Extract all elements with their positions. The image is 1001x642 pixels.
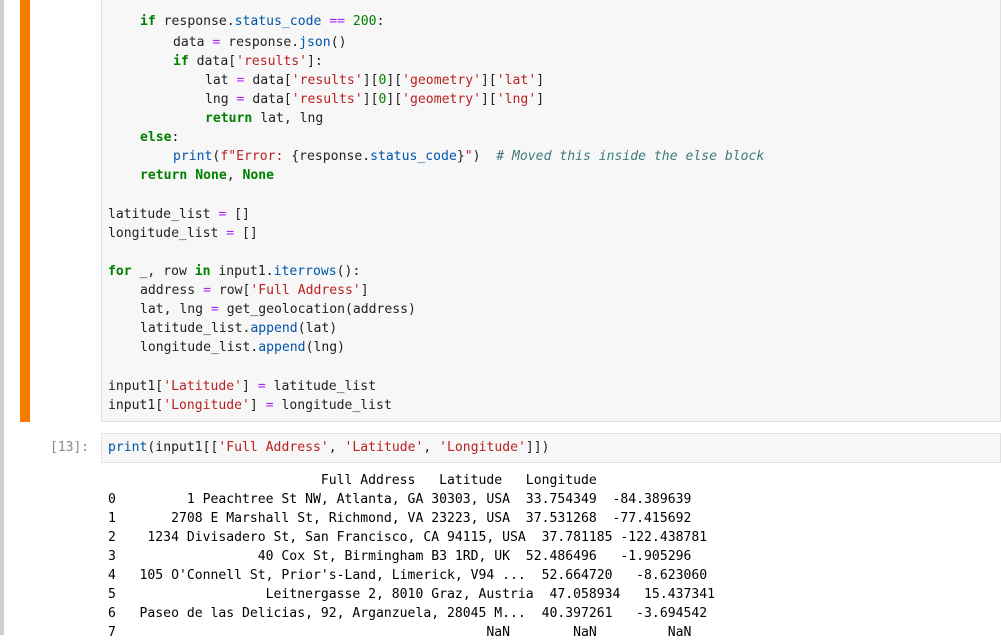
code-line-2: data = response.json() [173,35,347,50]
output-row: 1 2708 E Marshall St, Richmond, VA 23223… [108,511,692,526]
code-line-10: latitude_list = [] [108,207,250,222]
code-line-16: longitude_list.append(lng) [140,340,345,355]
code-line-5: lng = data['results'][0]['geometry']['ln… [205,92,545,107]
code-line-3: if data['results']: [173,54,323,69]
output-row: 5 Leitnergasse 2, 8010 Graz, Austria 47.… [108,587,715,602]
code-line-9: return None, None [140,168,275,183]
output-row: 0 1 Peachtree St NW, Atlanta, GA 30303, … [108,492,692,507]
output-row: 6 Paseo de las Delicias, 92, Arganzuela,… [108,606,708,621]
code-line-8: print(f"Error: {response.status_code}") … [173,149,765,164]
code-line-15: latitude_list.append(lat) [140,321,338,336]
code-line-17: input1['Latitude'] = latitude_list [108,379,377,394]
output-row: 4 105 O'Connell St, Prior's-Land, Limeri… [108,568,708,583]
code-line-7: else: [140,130,180,145]
cell-execution-prompt: [13]: [50,440,90,455]
code-line-13: address = row['Full Address'] [140,283,369,298]
code-cell-editor[interactable]: if response.status_code == 200: data = r… [101,0,1001,422]
output-row: 3 40 Cox St, Birmingham B3 1RD, UK 52.48… [108,549,692,564]
output-header: Full Address Latitude Longitude [108,473,597,488]
active-cell-indicator [20,0,30,422]
code-line-12: for _, row in input1.iterrows(): [108,264,361,279]
code-line-18: input1['Longitude'] = longitude_list [108,398,392,413]
output-row: 2 1234 Divisadero St, San Francisco, CA … [108,530,708,545]
output-row: 7 NaN NaN NaN [108,625,692,640]
notebook-left-edge [0,0,4,635]
cell2-code-line: print(input1[['Full Address', 'Latitude'… [108,440,550,455]
code-line-4: lat = data['results'][0]['geometry']['la… [205,73,545,88]
code-line-11: longitude_list = [] [108,226,258,241]
code-line-1: if response.status_code == 200: [140,14,385,29]
code-cell-editor-2[interactable]: print(input1[['Full Address', 'Latitude'… [101,433,1001,463]
code-line-6: return lat, lng [205,111,324,126]
code-line-14: lat, lng = get_geolocation(address) [140,302,416,317]
